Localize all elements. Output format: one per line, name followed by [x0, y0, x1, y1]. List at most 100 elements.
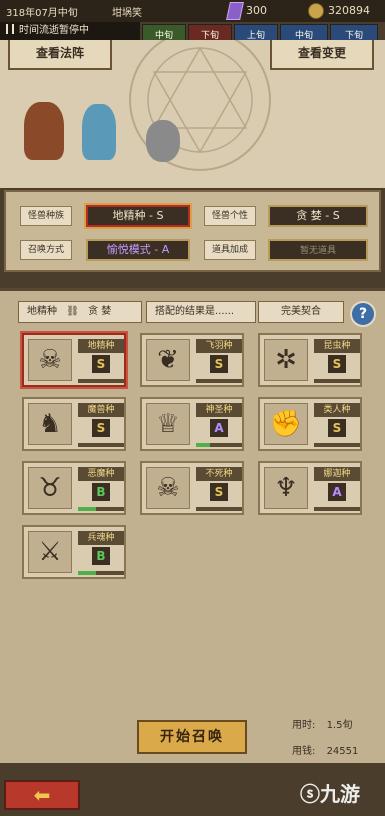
character-avatar	[82, 104, 116, 160]
summon-config-panel: 怪兽种族 地精种 - S 怪兽个性 贪 婪 - S 召唤方式 愉悦模式 - A …	[4, 190, 381, 272]
character-avatar	[146, 120, 180, 162]
watermark-logo: ⓢ九游	[300, 778, 360, 807]
species-name: 不死种	[196, 467, 242, 481]
species-name: 神圣种	[196, 403, 242, 417]
species-grade: S	[210, 355, 228, 373]
watermark-text: 九游	[320, 782, 360, 806]
trait-label: 怪兽个性	[204, 206, 256, 226]
species-emblem-icon: ♕	[146, 403, 190, 445]
view-circle-label: 查看法阵	[35, 46, 84, 60]
species-card[interactable]: ✲ 昆虫种 S	[258, 333, 362, 387]
species-emblem-icon: ✲	[264, 339, 308, 381]
species-emblem-icon: ☠	[146, 467, 190, 509]
species-name: 娜迦种	[314, 467, 360, 481]
progress-bar	[196, 443, 242, 447]
species-card[interactable]: ❦ 飞羽种 S	[140, 333, 244, 387]
view-changes-button[interactable]: 查看变更	[270, 40, 374, 70]
species-grade: S	[328, 419, 346, 437]
watermark-icon: ⓢ	[300, 782, 320, 806]
species-value: 地精种 - S	[112, 209, 164, 222]
view-circle-button[interactable]: 查看法阵	[8, 40, 112, 70]
time-cost-value: 1.5旬	[326, 720, 353, 731]
pause-banner[interactable]: 时间流逝暂停中	[0, 22, 140, 40]
species-grade: S	[92, 419, 110, 437]
back-arrow-icon: ⬅	[33, 783, 51, 807]
species-grade: S	[92, 355, 110, 373]
result-verdict: 完美契合	[258, 301, 344, 323]
species-card[interactable]: ♕ 神圣种 A	[140, 397, 244, 451]
progress-bar	[196, 507, 242, 511]
link-icon: ⛓	[66, 306, 79, 317]
top-status-bar: 318年07月中旬 坩埚笑 300 320894	[0, 0, 385, 22]
time-cost: 用时: 1.5旬	[292, 716, 352, 731]
money-cost-label: 用钱:	[292, 746, 316, 757]
progress-fill	[196, 443, 210, 447]
progress-bar	[314, 379, 360, 383]
pause-icon	[6, 24, 14, 34]
progress-bar	[78, 443, 124, 447]
item-bonus-selector[interactable]: 暂无道具	[268, 239, 368, 261]
result-text: 搭配的结果是......	[146, 301, 256, 323]
trait-value: 贪 婪 - S	[296, 209, 340, 222]
species-emblem-icon: ♆	[264, 467, 308, 509]
species-name: 恶魔种	[78, 467, 124, 481]
species-name: 类人种	[314, 403, 360, 417]
species-card[interactable]: ✊ 类人种 S	[258, 397, 362, 451]
species-card[interactable]: ♉ 恶魔种 B	[22, 461, 126, 515]
species-grade: B	[92, 547, 110, 565]
summon-method-value: 愉悦模式 - A	[106, 243, 170, 256]
game-date: 318年07月中旬	[6, 8, 78, 19]
time-cost-label: 用时:	[292, 720, 316, 731]
species-card[interactable]: ♞ 魔兽种 S	[22, 397, 126, 451]
view-changes-label: 查看变更	[297, 46, 346, 60]
trait-selector[interactable]: 贪 婪 - S	[268, 205, 368, 227]
start-summon-button[interactable]: 开始召唤	[137, 720, 247, 754]
item-bonus-value: 暂无道具	[299, 246, 336, 256]
species-grade: B	[92, 483, 110, 501]
species-grade: S	[210, 483, 228, 501]
species-name: 兵魂种	[78, 531, 124, 545]
species-name: 地精种	[78, 339, 124, 353]
coin-count: 320894	[328, 4, 370, 17]
result-trait: 贪 婪	[88, 306, 112, 317]
summon-method-label: 召唤方式	[20, 240, 72, 260]
summon-method-selector[interactable]: 愉悦模式 - A	[86, 239, 190, 261]
species-name: 魔兽种	[78, 403, 124, 417]
gem-icon	[226, 2, 244, 20]
back-button[interactable]: ⬅	[4, 780, 80, 810]
result-combo-header: 地精种 ⛓ 贪 婪	[18, 301, 142, 323]
species-name: 昆虫种	[314, 339, 360, 353]
gem-count: 300	[246, 4, 267, 17]
species-grade: A	[210, 419, 228, 437]
species-emblem-icon: ✊	[264, 403, 308, 445]
progress-bar	[314, 507, 360, 511]
progress-bar	[314, 443, 360, 447]
species-selector[interactable]: 地精种 - S	[86, 205, 190, 227]
character-avatar	[24, 102, 64, 160]
progress-bar	[78, 507, 124, 511]
result-species: 地精种	[27, 306, 57, 317]
species-emblem-icon: ♞	[28, 403, 72, 445]
progress-bar	[196, 379, 242, 383]
item-bonus-label: 道具加成	[204, 240, 256, 260]
species-grade: A	[328, 483, 346, 501]
species-emblem-icon: ❦	[146, 339, 190, 381]
species-name: 飞羽种	[196, 339, 242, 353]
species-grade: S	[328, 355, 346, 373]
pause-label: 时间流逝暂停中	[19, 25, 89, 36]
progress-bar	[78, 379, 124, 383]
species-card[interactable]: ☠ 地精种 S	[22, 333, 126, 387]
status-text: 坩埚笑	[112, 8, 142, 19]
coin-icon	[308, 3, 324, 19]
money-cost: 用钱: 24551	[292, 742, 358, 757]
result-panel: 地精种 ⛓ 贪 婪 搭配的结果是...... 完美契合 ? ☠ 地精种 S ❦ 飞羽种 S…	[0, 288, 385, 763]
progress-fill	[78, 571, 97, 575]
money-cost-value: 24551	[326, 746, 359, 757]
species-card[interactable]: ☠ 不死种 S	[140, 461, 244, 515]
help-button[interactable]: ?	[350, 301, 376, 327]
progress-fill	[78, 507, 97, 511]
species-card[interactable]: ♆ 娜迦种 A	[258, 461, 362, 515]
species-card[interactable]: ⚔ 兵魂种 B	[22, 525, 126, 579]
species-label: 怪兽种族	[20, 206, 72, 226]
species-emblem-icon: ⚔	[28, 531, 72, 573]
